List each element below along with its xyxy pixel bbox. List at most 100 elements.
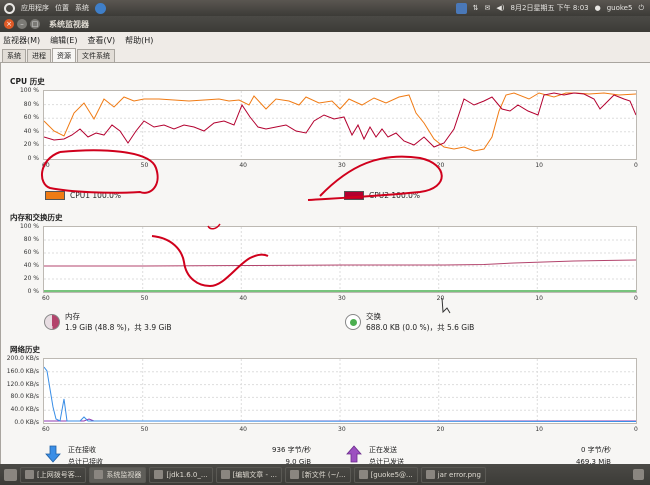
close-button[interactable]: × (4, 19, 14, 29)
trash-icon[interactable] (633, 469, 644, 480)
cpu-y-tick: 0 % (27, 155, 39, 162)
user-icon[interactable]: ● (595, 4, 601, 12)
memory-pie-icon[interactable] (44, 314, 60, 330)
cpu-y-tick: 40 % (23, 127, 39, 135)
taskbar: [上网拨号客... 系统监视器 [jdk1.6.0_... [编辑文章 - ..… (0, 464, 650, 485)
memory-x-tick: 20 (436, 295, 445, 302)
menu-help[interactable]: 帮助(H) (125, 35, 153, 46)
cpu2-color-swatch[interactable] (344, 191, 364, 200)
task-dialup[interactable]: [上网拨号客... (20, 466, 87, 483)
network-x-tick: 60 (42, 426, 50, 433)
browser-icon[interactable] (95, 2, 106, 14)
network-graph (43, 358, 637, 424)
memory-x-tick: 50 (140, 295, 149, 302)
swap-legend[interactable]: 交换 688.0 KB (0.0 %)，共 5.6 GiB (345, 311, 474, 333)
places-menu[interactable]: 位置 (55, 3, 69, 13)
ubuntu-logo-icon[interactable] (4, 2, 15, 14)
cpu-x-tick: 0 (634, 162, 638, 169)
minimize-button[interactable]: – (17, 19, 27, 29)
menu-view[interactable]: 查看(V) (87, 35, 115, 46)
clock[interactable]: 8月2日星期五 下午 8:03 (511, 3, 589, 13)
window-icon (94, 470, 104, 479)
window-icon (220, 470, 230, 479)
tab-processes[interactable]: 进程 (27, 49, 51, 62)
memory-value: 1.9 GiB (48.8 %)，共 3.9 GiB (65, 323, 172, 332)
memory-legend[interactable]: 内存 1.9 GiB (48.8 %)，共 3.9 GiB (44, 311, 172, 333)
receive-rate: 936 字节/秒 (272, 446, 311, 454)
swap-pie-icon[interactable] (345, 314, 361, 330)
cpu-y-tick: 100 % (19, 87, 39, 94)
memory-y-tick: 80 % (23, 236, 39, 243)
window-title: 系统监视器 (49, 19, 89, 29)
window-icon (425, 470, 435, 479)
tab-system[interactable]: 系统 (2, 49, 26, 62)
tab-bar: 系统 进程 资源 文件系统 (0, 48, 650, 63)
task-terminal[interactable]: [guoke5@... (353, 466, 418, 483)
memory-y-tick: 0 % (27, 288, 39, 295)
cpu-x-tick: 10 (535, 162, 543, 169)
network-x-tick: 20 (436, 426, 445, 433)
memory-y-tick: 40 % (23, 262, 39, 269)
memory-y-tick: 20 % (23, 275, 39, 282)
power-icon[interactable]: ⏻ (638, 4, 644, 13)
memory-x-tick: 40 (239, 295, 247, 302)
network-x-tick: 10 (535, 426, 543, 433)
system-menu[interactable]: 系统 (75, 3, 89, 13)
task-label: [jdk1.6.0_... (166, 470, 208, 479)
network-x-tick: 50 (140, 426, 149, 433)
tab-resources[interactable]: 资源 (52, 48, 76, 62)
volume-icon[interactable]: ◀) (496, 4, 504, 12)
swap-value: 688.0 KB (0.0 %)，共 5.6 GiB (366, 323, 475, 332)
mail-icon[interactable]: ✉ (485, 4, 491, 12)
download-arrow-icon (45, 445, 61, 463)
window-icon (154, 470, 164, 479)
task-label: [guoke5@... (370, 470, 413, 479)
task-new-file[interactable]: [新文件 (~/... (284, 466, 351, 483)
network-y-tick: 0.0 KB/s (14, 419, 39, 426)
task-image[interactable]: jar error.png (420, 466, 486, 483)
username[interactable]: guoke5 (607, 4, 633, 12)
cpu2-legend[interactable]: CPU2 100.0% (344, 191, 420, 200)
network-history-title: 网络历史 (10, 345, 40, 354)
tab-filesystems[interactable]: 文件系统 (77, 49, 115, 62)
menu-edit[interactable]: 编辑(E) (50, 35, 77, 46)
task-jdk[interactable]: [jdk1.6.0_... (149, 466, 213, 483)
cpu1-color-swatch[interactable] (45, 191, 65, 200)
resources-panel: CPU 历史 CPU1 100.0% CPU2 100.0% 内存和交换历史 内… (0, 63, 650, 466)
network-y-tick: 120.0 KB/s (6, 380, 39, 388)
memory-label: 内存 (65, 312, 80, 321)
memory-x-tick: 10 (535, 295, 543, 302)
send-rate: 0 字节/秒 (580, 446, 611, 454)
titlebar[interactable]: × – □ 系统监视器 (0, 16, 650, 32)
upload-arrow-icon (346, 445, 362, 463)
cpu1-line (44, 92, 636, 152)
swap-label: 交换 (366, 312, 381, 321)
app-indicator-icon[interactable] (455, 2, 467, 14)
task-system-monitor[interactable]: 系统监视器 (89, 466, 147, 483)
menubar: 监视器(M) 编辑(E) 查看(V) 帮助(H) (0, 32, 650, 49)
network-x-tick: 40 (239, 426, 247, 433)
applications-menu[interactable]: 应用程序 (21, 3, 49, 13)
show-desktop-icon[interactable] (4, 468, 17, 481)
memory-graph (43, 226, 637, 293)
cpu-grid (44, 91, 636, 159)
maximize-button[interactable]: □ (30, 19, 40, 29)
network-y-tick: 200.0 KB/s (6, 355, 39, 362)
memory-x-tick: 60 (42, 295, 50, 302)
cpu-graph (43, 90, 637, 160)
network-icon[interactable]: ⇅ (473, 4, 479, 12)
task-label: [编辑文章 - ... (232, 470, 277, 479)
task-label: jar error.png (437, 470, 481, 479)
cpu-x-tick: 20 (436, 162, 445, 169)
cpu-y-tick: 60 % (23, 114, 39, 122)
cpu-y-tick: 20 % (23, 141, 39, 149)
task-edit-article[interactable]: [编辑文章 - ... (215, 466, 282, 483)
task-label: 系统监视器 (106, 470, 142, 479)
memory-x-tick: 0 (634, 295, 638, 302)
cpu-x-tick: 30 (338, 162, 346, 169)
cpu1-legend[interactable]: CPU1 100.0% (45, 191, 121, 200)
network-x-tick: 0 (634, 426, 638, 433)
window-icon (358, 470, 368, 479)
sending-label: 正在发送 (369, 446, 397, 454)
menu-monitor[interactable]: 监视器(M) (3, 35, 40, 46)
